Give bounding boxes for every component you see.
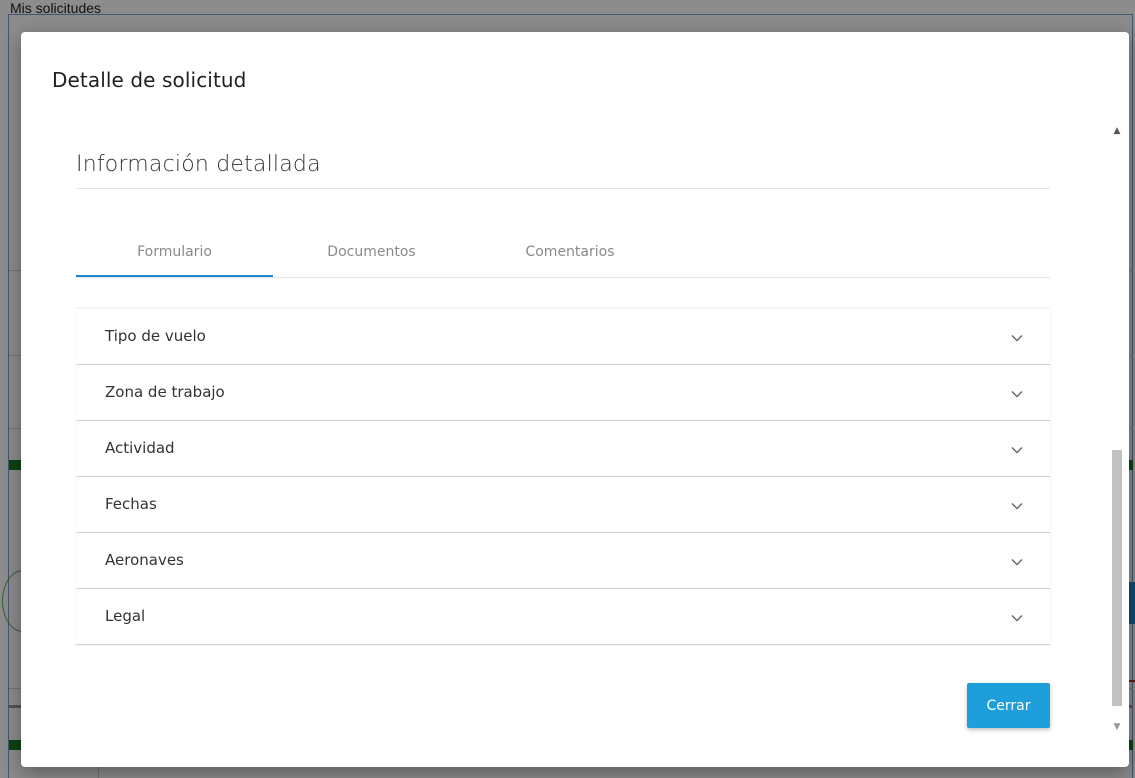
accordion-item-zona-de-trabajo[interactable]: Zona de trabajo <box>76 365 1050 421</box>
close-button[interactable]: Cerrar <box>967 683 1050 728</box>
chevron-down-icon <box>1011 335 1023 342</box>
section-divider <box>76 188 1050 189</box>
accordion-item-label: Actividad <box>105 439 175 457</box>
accordion-item-label: Legal <box>105 607 146 625</box>
chevron-down-icon <box>1011 391 1023 398</box>
accordion-item-label: Aeronaves <box>105 551 184 569</box>
accordion-item-label: Tipo de vuelo <box>105 327 206 345</box>
tab-formulario[interactable]: Formulario <box>76 228 273 276</box>
accordion-item-actividad[interactable]: Actividad <box>76 421 1050 477</box>
scroll-up-arrow-icon[interactable]: ▲ <box>1108 122 1126 140</box>
form-accordion: Tipo de vuelo Zona de trabajo Actividad … <box>76 308 1050 645</box>
scroll-thumb[interactable] <box>1112 450 1122 706</box>
accordion-item-tipo-de-vuelo[interactable]: Tipo de vuelo <box>76 308 1050 365</box>
section-title: Información detallada <box>76 152 321 177</box>
tabs-divider <box>76 277 1050 278</box>
accordion-item-aeronaves[interactable]: Aeronaves <box>76 533 1050 589</box>
accordion-item-label: Zona de trabajo <box>105 383 225 401</box>
tab-bar: Formulario Documentos Comentarios <box>76 228 1050 278</box>
modal-title: Detalle de solicitud <box>52 68 247 92</box>
chevron-down-icon <box>1011 503 1023 510</box>
chevron-down-icon <box>1011 559 1023 566</box>
accordion-item-legal[interactable]: Legal <box>76 589 1050 645</box>
accordion-item-label: Fechas <box>105 495 157 513</box>
request-detail-modal: Detalle de solicitud ▲ ▼ Información det… <box>21 32 1129 767</box>
tab-documentos[interactable]: Documentos <box>273 228 470 276</box>
scroll-down-arrow-icon[interactable]: ▼ <box>1108 718 1126 736</box>
chevron-down-icon <box>1011 447 1023 454</box>
tab-comentarios[interactable]: Comentarios <box>470 228 670 276</box>
accordion-item-fechas[interactable]: Fechas <box>76 477 1050 533</box>
chevron-down-icon <box>1011 615 1023 622</box>
modal-scrollbar[interactable]: ▲ ▼ <box>1108 120 1126 740</box>
